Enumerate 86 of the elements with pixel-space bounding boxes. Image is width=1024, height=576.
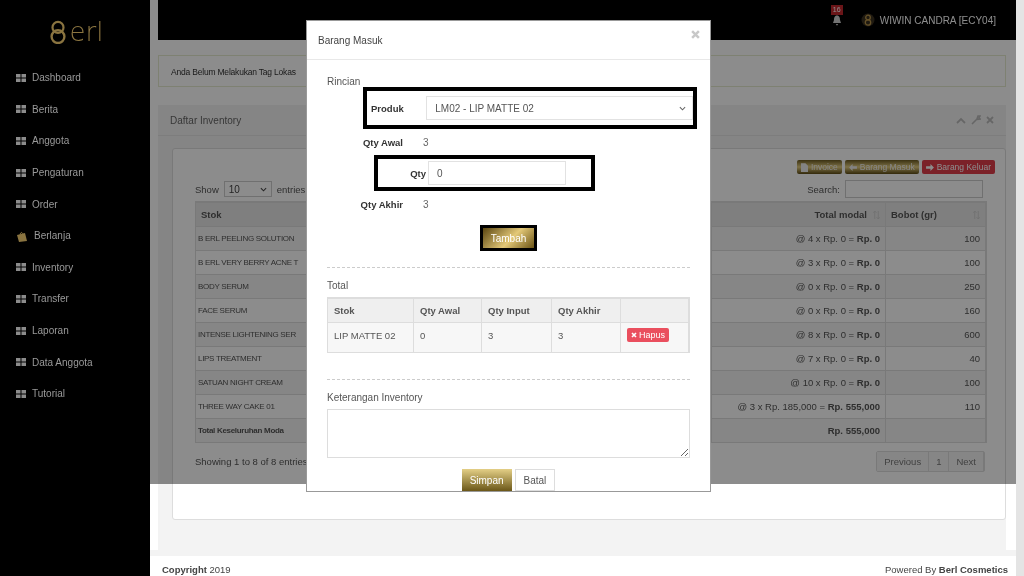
panel-title: Daftar Inventory [170, 114, 242, 126]
delete-button[interactable]: Hapus [627, 328, 669, 342]
table-cell: @ 0 x Rp. 0 = Rp. 0 [712, 298, 886, 322]
grid-icon [16, 137, 26, 145]
powered-by-text: Powered By Berl Cosmetics [884, 563, 1008, 575]
right-arrow-icon [925, 163, 934, 171]
chevron-down-icon [259, 186, 267, 192]
sidebar-item[interactable]: Berlanja [0, 219, 150, 252]
section-label: Total [327, 280, 350, 291]
table-cell: @ 7 x Rp. 0 = Rp. 0 [712, 346, 886, 370]
sidebar-item[interactable]: Tutorial [0, 377, 150, 410]
search-label: Search: [807, 183, 840, 195]
column-header: Qty Akhir [552, 298, 621, 322]
field-label: Qty Awal [361, 136, 403, 148]
table-cell: @ 4 x Rp. 0 = Rp. 0 [712, 226, 886, 250]
dialog-button[interactable]: Batal [514, 469, 556, 491]
close-icon[interactable] [691, 29, 700, 39]
field-label: Qty [409, 167, 426, 179]
sidebar-item[interactable]: Dashboard [0, 62, 150, 94]
grid-icon [16, 358, 26, 367]
field-value: 3 [423, 136, 429, 148]
grid-icon [16, 73, 26, 82]
table-cell: 160 [886, 298, 986, 322]
section-label: Rincian [327, 76, 362, 87]
column-header: Qty Awal [414, 298, 482, 322]
sidebar-item[interactable]: Order [0, 188, 150, 220]
field-label: Qty Akhir [359, 198, 403, 210]
close-icon [631, 332, 637, 338]
close-icon[interactable] [986, 116, 994, 124]
table-cell: 3 [552, 322, 621, 352]
grid-icon [16, 326, 26, 335]
grid-icon [16, 200, 26, 209]
field-label: Produk [371, 102, 405, 114]
left-arrow-icon [848, 163, 857, 171]
table-cell: 40 [886, 346, 986, 370]
notes-field[interactable] [327, 409, 690, 458]
collapse-icon[interactable] [956, 116, 966, 124]
copyright-text: Copyright 2019 [162, 563, 231, 575]
column-header: Stok [328, 298, 414, 322]
shopping-bag-icon [16, 229, 28, 242]
table-cell: 3 [482, 322, 552, 352]
table-cell: @ 10 x Rp. 0 = Rp. 0 [712, 370, 886, 394]
table-cell: @ 3 x Rp. 185,000 = Rp. 555,000 [712, 394, 886, 418]
sidebar-item[interactable]: Inventory [0, 251, 150, 284]
search-field[interactable] [845, 180, 983, 198]
user-name[interactable]: WIWIN CANDRA [ECY04] [879, 14, 996, 26]
wrench-icon[interactable] [971, 115, 981, 125]
sidebar-item[interactable]: Laporan [0, 314, 150, 347]
field-value: 3 [423, 198, 429, 210]
grid-icon [16, 168, 26, 177]
table-cell: 0 [414, 322, 482, 352]
entries-label: entries [276, 183, 306, 195]
grid-icon [16, 294, 26, 303]
product-select[interactable]: LM02 - LIP MATTE 02 [426, 96, 693, 120]
logo-text: erl [69, 19, 104, 45]
table-cell: 100 [886, 250, 986, 274]
table-info: Showing 1 to 8 of 8 entries [195, 456, 308, 467]
table-cell: 100 [886, 370, 986, 394]
column-header: Qty Input [482, 298, 552, 322]
table-cell: LIP MATTE 02 [328, 322, 414, 352]
table-cell: 100 [886, 226, 986, 250]
table-cell: @ 3 x Rp. 0 = Rp. 0 [712, 250, 886, 274]
table-cell: 250 [886, 274, 986, 298]
page-size-select[interactable]: 10 [223, 181, 272, 197]
table-cell: 600 [886, 322, 986, 346]
grid-icon [16, 389, 26, 398]
sidebar-item[interactable]: Transfer [0, 283, 150, 315]
bell-icon[interactable] [831, 14, 842, 26]
show-label: Show [195, 183, 219, 195]
section-label: Keterangan Inventory [327, 392, 424, 403]
table-cell: @ 0 x Rp. 0 = Rp. 0 [712, 274, 886, 298]
sidebar-item[interactable]: Berita [0, 93, 150, 126]
modal-title: Barang Masuk [318, 34, 383, 46]
sidebar-item[interactable]: Pengaturan [0, 156, 150, 189]
table-cell: Rp. 555,000 [712, 418, 886, 442]
avatar-icon [860, 13, 875, 27]
table-cell: 110 [886, 394, 986, 418]
qty-input[interactable]: 0 [428, 161, 566, 185]
sidebar-item[interactable]: Data Anggota [0, 346, 150, 378]
chevron-down-icon [679, 105, 686, 111]
scrollbar[interactable] [1016, 0, 1024, 576]
document-icon [800, 162, 808, 172]
sidebar-item[interactable]: Anggota [0, 125, 150, 157]
grid-icon [16, 105, 26, 114]
table-cell: @ 8 x Rp. 0 = Rp. 0 [712, 322, 886, 346]
grid-icon [16, 263, 26, 272]
